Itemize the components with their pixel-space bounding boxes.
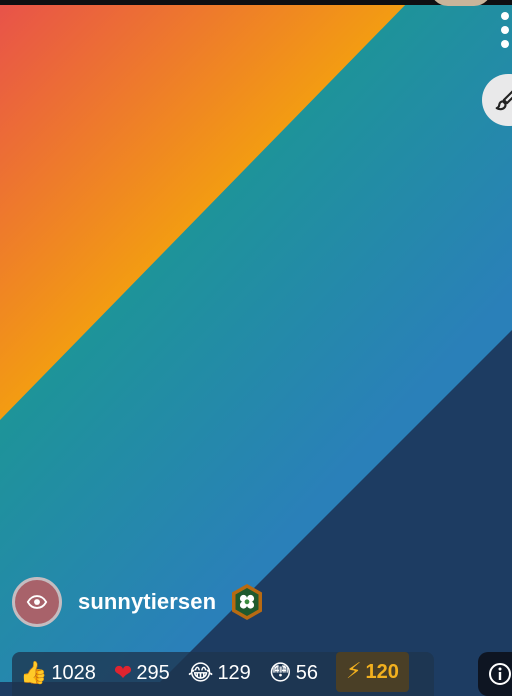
lightning-icon: ⚡ (346, 659, 362, 684)
clover-badge-icon (232, 584, 263, 620)
laughing-icon: 😂 (187, 660, 214, 686)
more-options-button[interactable] (494, 10, 512, 50)
info-button[interactable] (478, 652, 512, 696)
dot-icon (501, 26, 509, 34)
eye-icon (26, 595, 48, 609)
author-row: sunnytiersen (12, 574, 264, 630)
brush-icon (495, 90, 512, 111)
username[interactable]: sunnytiersen (78, 589, 216, 615)
dot-icon (501, 40, 509, 48)
reaction-count: 120 (365, 660, 399, 683)
dot-icon (501, 12, 509, 20)
surprised-icon: 😳 (268, 660, 292, 686)
heart-icon: ❤ (113, 660, 133, 686)
thumbs-up-icon: 👍 (20, 660, 48, 686)
reaction-bar: 👍 1028 ❤ 295 😂 129 😳 56 ⚡ 120 (12, 652, 434, 696)
info-icon (489, 663, 511, 685)
reaction-boost[interactable]: ⚡ 120 (336, 652, 409, 692)
watch-button[interactable] (12, 577, 62, 627)
